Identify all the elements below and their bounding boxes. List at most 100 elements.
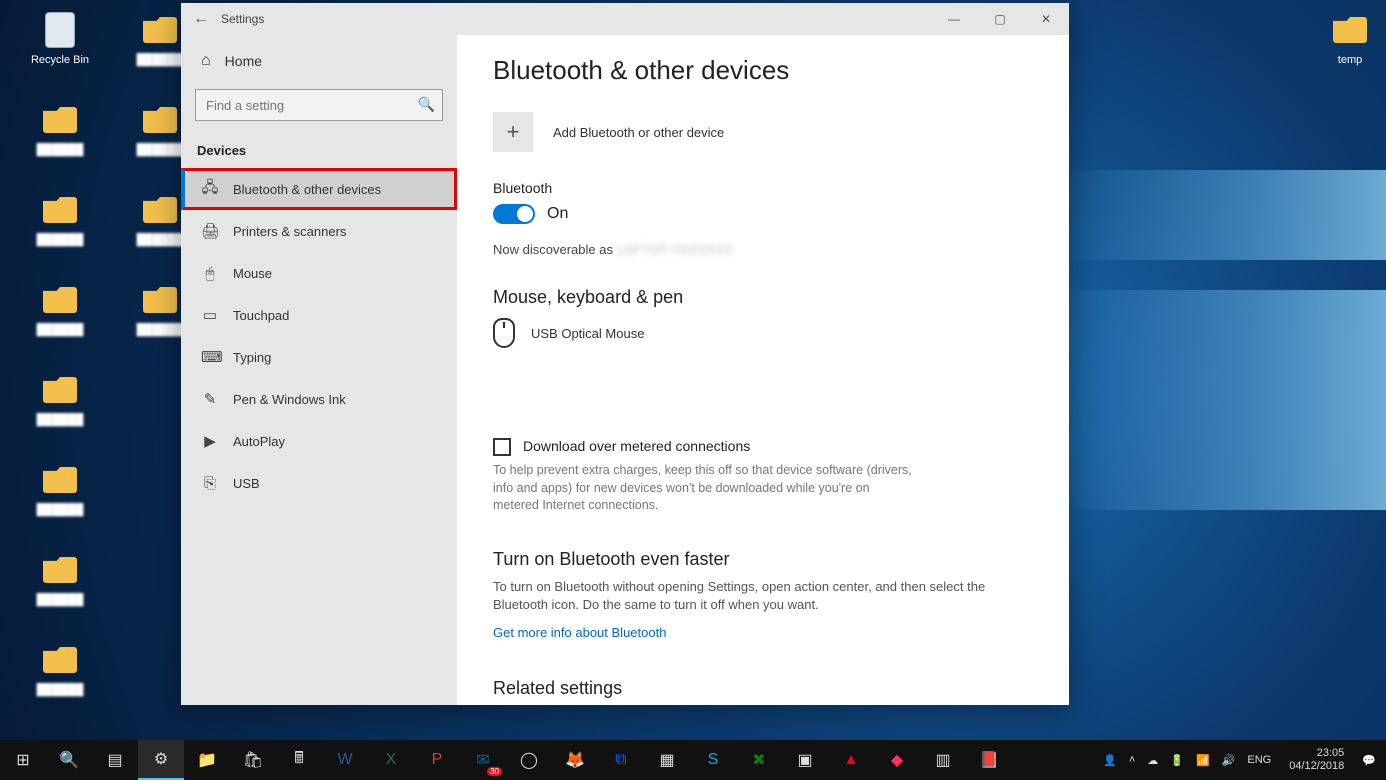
nav-item-label: USB bbox=[233, 476, 260, 491]
nav-item-printers-scanners[interactable]: 🖨Printers & scanners bbox=[181, 210, 457, 252]
nav-section-title: Devices bbox=[181, 135, 457, 168]
desktop-icon[interactable]: ██████ bbox=[20, 370, 100, 426]
desktop-icon-label: ██████ bbox=[20, 504, 100, 516]
desktop-icon[interactable]: temp bbox=[1310, 10, 1386, 66]
bluetooth-info-link[interactable]: Get more info about Bluetooth bbox=[493, 625, 1033, 640]
window-titlebar: ← Settings — ▢ ✕ bbox=[181, 3, 1069, 35]
back-button[interactable]: ← bbox=[181, 10, 221, 28]
calculator-taskbar[interactable]: 🖩 bbox=[276, 740, 322, 780]
close-button[interactable]: ✕ bbox=[1023, 3, 1069, 35]
nav-item-label: Mouse bbox=[233, 266, 272, 281]
outlook-taskbar[interactable]: ✉30 bbox=[460, 740, 506, 780]
language-indicator[interactable]: ENG bbox=[1247, 754, 1271, 766]
related-heading: Related settings bbox=[493, 678, 1033, 699]
system-tray[interactable]: 👤 ˄ ☁ 🔋 📶 🔊 ENG 23:05 04/12/2018 💬 bbox=[1103, 747, 1386, 772]
desktop-icon[interactable]: ██████ bbox=[20, 550, 100, 606]
nav-item-icon: ▶ bbox=[201, 432, 219, 450]
nav-item-icon: ⎘ bbox=[201, 475, 219, 492]
nav-item-autoplay[interactable]: ▶ AutoPlay bbox=[181, 420, 457, 462]
taskbar: ⊞ 🔍 ▤ ⚙ 📁 🛍 🖩 W X P ✉30 ◯ 🦊 ⧉ ▦ S ✖ ▣ ▲ … bbox=[0, 740, 1386, 780]
tip-text: To turn on Bluetooth without opening Set… bbox=[493, 578, 1033, 616]
device-row[interactable]: USB Optical Mouse bbox=[493, 318, 1033, 348]
skype-taskbar[interactable]: S bbox=[690, 740, 736, 780]
metered-label: Download over metered connections bbox=[523, 438, 750, 454]
search-button[interactable]: 🔍 bbox=[46, 740, 92, 780]
window-title: Settings bbox=[221, 12, 264, 26]
desktop-icon[interactable]: ██████ bbox=[20, 280, 100, 336]
app-taskbar-2[interactable]: ▣ bbox=[782, 740, 828, 780]
discoverable-text: Now discoverable as LAPTOP-XXXXXXX bbox=[493, 242, 1033, 257]
desktop-icon[interactable]: ██████ bbox=[20, 190, 100, 246]
desktop-icon-label: ██████ bbox=[20, 324, 100, 336]
desktop-icon-label: ██████ bbox=[20, 234, 100, 246]
nav-item-bluetooth-other-devices[interactable]: 🖧 Bluetooth & other devices bbox=[181, 168, 457, 210]
app-taskbar-4[interactable]: ▥ bbox=[920, 740, 966, 780]
taskview-button[interactable]: ▤ bbox=[92, 740, 138, 780]
nav-home-label: Home bbox=[225, 53, 262, 69]
desktop-icon-label: ██████ bbox=[20, 144, 100, 156]
nav-item-pen-windows-ink[interactable]: ✎ Pen & Windows Ink bbox=[181, 378, 457, 420]
nav-item-touchpad[interactable]: ▭ Touchpad bbox=[181, 294, 457, 336]
battery-icon[interactable]: 🔋 bbox=[1170, 754, 1184, 767]
tray-chevron-icon[interactable]: ˄ bbox=[1129, 754, 1135, 766]
add-device-label: Add Bluetooth or other device bbox=[553, 125, 724, 140]
chrome-taskbar[interactable]: ◯ bbox=[506, 740, 552, 780]
desktop-icon[interactable]: Recycle Bin bbox=[20, 10, 100, 66]
avira-taskbar[interactable]: ▲ bbox=[828, 740, 874, 780]
excel-taskbar[interactable]: X bbox=[368, 740, 414, 780]
nav-item-icon: 🖨 bbox=[201, 222, 219, 240]
app-taskbar-5[interactable]: 📕 bbox=[966, 740, 1012, 780]
search-input[interactable] bbox=[195, 89, 443, 121]
desktop-icon-label: temp bbox=[1310, 54, 1386, 66]
desktop-icon-label: ██████ bbox=[20, 594, 100, 606]
nav-item-icon: 🖱 bbox=[201, 265, 219, 282]
nav-item-icon: ▭ bbox=[201, 306, 219, 324]
desktop-icon[interactable]: ██████ bbox=[20, 460, 100, 516]
add-device-row[interactable]: + Add Bluetooth or other device bbox=[493, 112, 1033, 152]
xbox-taskbar[interactable]: ✖ bbox=[736, 740, 782, 780]
desktop-icon[interactable]: ██████ bbox=[20, 100, 100, 156]
settings-nav: ⌂ Home 🔍 Devices 🖧Bluetooth & other devi… bbox=[181, 35, 457, 705]
bluetooth-toggle[interactable] bbox=[493, 204, 535, 224]
nav-item-typing[interactable]: ⌨Typing bbox=[181, 336, 457, 378]
clock[interactable]: 23:05 04/12/2018 bbox=[1283, 747, 1350, 772]
app-taskbar-1[interactable]: ▦ bbox=[644, 740, 690, 780]
dropbox-taskbar[interactable]: ⧉ bbox=[598, 740, 644, 780]
nav-item-mouse[interactable]: 🖱 Mouse bbox=[181, 252, 457, 294]
app-taskbar-3[interactable]: ◆ bbox=[874, 740, 920, 780]
nav-item-label: AutoPlay bbox=[233, 434, 285, 449]
nav-item-usb[interactable]: ⎘ USB bbox=[181, 462, 457, 504]
start-button[interactable]: ⊞ bbox=[0, 740, 46, 780]
people-icon[interactable]: 👤 bbox=[1103, 754, 1117, 767]
store-taskbar[interactable]: 🛍 bbox=[230, 740, 276, 780]
settings-app-taskbar[interactable]: ⚙ bbox=[138, 740, 184, 780]
metered-checkbox[interactable] bbox=[493, 438, 511, 456]
mouse-icon bbox=[493, 318, 515, 348]
desktop-icon[interactable]: ██████ bbox=[20, 640, 100, 696]
settings-main: Bluetooth & other devices + Add Bluetoot… bbox=[457, 35, 1069, 705]
bluetooth-state: On bbox=[547, 205, 568, 223]
file-explorer-taskbar[interactable]: 📁 bbox=[184, 740, 230, 780]
nav-item-icon: ✎ bbox=[201, 390, 219, 408]
settings-window: ← Settings — ▢ ✕ ⌂ Home 🔍 Devices 🖧Bluet… bbox=[181, 3, 1069, 705]
volume-icon[interactable]: 🔊 bbox=[1222, 754, 1236, 767]
plus-icon: + bbox=[493, 112, 533, 152]
notifications-icon[interactable]: 💬 bbox=[1362, 754, 1376, 767]
minimize-button[interactable]: — bbox=[931, 3, 977, 35]
nav-item-label: Touchpad bbox=[233, 308, 289, 323]
nav-item-icon: 🖧 bbox=[201, 177, 219, 202]
nav-item-label: Typing bbox=[233, 350, 271, 365]
nav-home[interactable]: ⌂ Home bbox=[181, 39, 457, 83]
devices-heading: Mouse, keyboard & pen bbox=[493, 287, 1033, 308]
firefox-taskbar[interactable]: 🦊 bbox=[552, 740, 598, 780]
maximize-button[interactable]: ▢ bbox=[977, 3, 1023, 35]
device-name: USB Optical Mouse bbox=[531, 326, 644, 341]
nav-item-label: Bluetooth & other devices bbox=[233, 182, 381, 197]
word-taskbar[interactable]: W bbox=[322, 740, 368, 780]
onedrive-icon[interactable]: ☁ bbox=[1147, 754, 1158, 767]
wifi-icon[interactable]: 📶 bbox=[1196, 754, 1210, 767]
powerpoint-taskbar[interactable]: P bbox=[414, 740, 460, 780]
nav-item-label: Pen & Windows Ink bbox=[233, 392, 346, 407]
metered-description: To help prevent extra charges, keep this… bbox=[493, 462, 913, 515]
desktop-icon-label: ██████ bbox=[20, 414, 100, 426]
